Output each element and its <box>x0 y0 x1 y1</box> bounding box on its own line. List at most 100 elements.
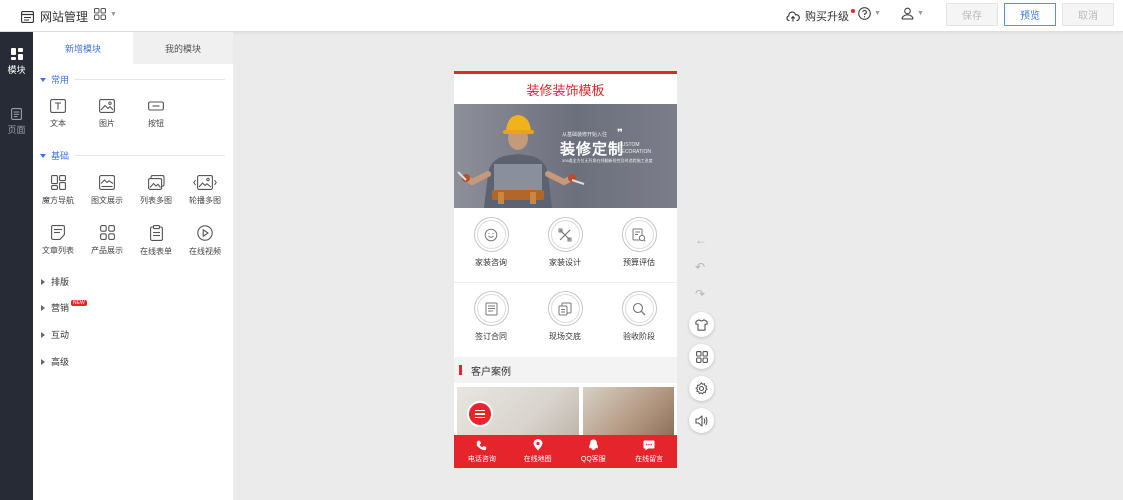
panel-tabs: 新增模块 我的模块 <box>33 32 233 64</box>
phone-page-title[interactable]: 装修装饰模板 <box>454 74 677 104</box>
rail-item-modules[interactable]: 模块 <box>0 48 33 76</box>
mobile-preview[interactable]: 装修装饰模板 从基础装修开始入住 ❞ 装修定制 CUSTOM DECORATIO… <box>454 71 677 468</box>
group-header-advanced[interactable]: 高级 <box>41 355 69 368</box>
chevron-down-icon: ▼ <box>874 10 881 17</box>
group-header-interaction[interactable]: 互动 <box>41 328 69 341</box>
apps-menu-button[interactable]: ▼ <box>94 8 117 20</box>
chevron-down-icon: ▼ <box>917 10 924 17</box>
phone-icon <box>477 440 487 450</box>
service-icon-inner <box>476 220 506 249</box>
module-text[interactable]: 文本 <box>36 99 80 129</box>
qq-icon <box>588 439 598 450</box>
save-button[interactable]: 保存 <box>946 3 998 26</box>
arrow-left-icon[interactable]: ← <box>695 233 707 247</box>
service-label: 现场交底 <box>549 332 581 341</box>
contract-icon <box>485 302 497 315</box>
theme-style-button[interactable] <box>689 312 714 337</box>
menu-icon-bar <box>475 413 485 415</box>
tab-new-modules[interactable]: 新增模块 <box>33 32 133 64</box>
new-badge: NEW <box>71 299 87 306</box>
sound-button[interactable] <box>689 408 714 433</box>
service-item-budget[interactable]: 预算评估 <box>602 217 676 268</box>
module-label: 轮播多图 <box>189 196 221 205</box>
hero-banner[interactable]: 从基础装修开始入住 ❞ 装修定制 CUSTOM DECORATION 306道全… <box>454 104 677 208</box>
notification-dot <box>851 9 855 13</box>
upgrade-button[interactable]: 购买升级 <box>786 8 858 24</box>
service-item-inspect[interactable]: 验收阶段 <box>602 291 676 342</box>
service-icon-frame <box>473 291 509 326</box>
phone-footer-bar: 电话咨询 在线地图 QQ客服 在线留言 <box>454 435 677 468</box>
service-icon-frame <box>621 291 657 326</box>
undo-icon[interactable]: ↶ <box>695 260 705 274</box>
tab-my-modules[interactable]: 我的模块 <box>133 32 233 64</box>
service-item-consult[interactable]: 家装咨询 <box>454 217 528 268</box>
cancel-button[interactable]: 取消 <box>1062 3 1114 26</box>
image-text-icon <box>99 175 115 190</box>
module-cube-nav[interactable]: 魔方导航 <box>36 175 80 206</box>
service-icon-frame <box>621 217 657 252</box>
service-label: 家装咨询 <box>475 258 507 267</box>
form-icon <box>149 225 163 241</box>
group-title: 互动 <box>51 330 70 340</box>
section-accent <box>459 365 462 375</box>
shirt-icon <box>695 318 708 331</box>
cube-nav-icon <box>50 175 66 190</box>
footer-label: 电话咨询 <box>467 455 496 463</box>
banner-tagline: 从基础装修开始入住 <box>562 132 608 138</box>
carousel-icon <box>193 175 217 190</box>
left-rail: 模块 页面 <box>0 32 33 500</box>
budget-icon <box>632 228 646 242</box>
module-image-text[interactable]: 图文展示 <box>85 175 129 206</box>
design-tools-icon <box>558 228 572 241</box>
group-title: 基础 <box>51 151 70 161</box>
footer-label: 在线地图 <box>523 456 552 463</box>
module-label: 列表多图 <box>140 196 172 205</box>
user-menu-button[interactable]: ▼ <box>901 7 924 20</box>
gear-icon <box>695 382 708 395</box>
layout-grid-button[interactable] <box>689 344 714 369</box>
site-manager-button[interactable]: 网站管理 <box>21 8 88 25</box>
module-article-list[interactable]: 文章列表 <box>36 225 80 256</box>
group-title: 高级 <box>51 357 70 367</box>
module-label: 文章列表 <box>42 246 74 255</box>
module-label: 文本 <box>50 119 66 128</box>
map-pin-icon <box>533 439 543 451</box>
service-icon-inner <box>476 294 506 323</box>
group-header-layout[interactable]: 排版 <box>41 275 69 288</box>
service-item-design[interactable]: 家装设计 <box>528 217 602 268</box>
menu-fab-button[interactable] <box>467 401 493 427</box>
image-icon <box>99 99 115 113</box>
module-product[interactable]: 产品展示 <box>85 225 129 256</box>
preview-button[interactable]: 预览 <box>1004 3 1056 26</box>
top-bar: 网站管理 ▼ 购买升级 ▼ ▼ 保存 预览 取消 <box>0 0 1123 32</box>
module-label: 魔方导航 <box>42 196 74 205</box>
settings-button[interactable] <box>689 376 714 401</box>
footer-item-map[interactable]: 在线地图 <box>510 435 566 468</box>
redo-icon[interactable]: ↷ <box>695 287 705 301</box>
rail-item-label: 模块 <box>7 65 26 75</box>
module-button[interactable]: 按钮 <box>134 99 178 129</box>
group-header-basic[interactable]: 基础 <box>40 149 225 162</box>
menu-icon-bar <box>475 409 485 412</box>
footer-item-phone[interactable]: 电话咨询 <box>454 435 510 468</box>
module-carousel[interactable]: 轮播多图 <box>183 175 227 206</box>
rail-item-pages[interactable]: 页面 <box>0 108 33 136</box>
menu-icon-bar <box>475 416 485 419</box>
case-photo[interactable] <box>583 387 674 439</box>
service-item-contract[interactable]: 签订合同 <box>454 291 528 342</box>
multi-image-icon <box>147 175 165 190</box>
footer-item-qq[interactable]: QQ客服 <box>566 435 622 468</box>
group-title: 常用 <box>51 75 70 85</box>
service-icon-inner <box>550 294 580 323</box>
footer-item-message[interactable]: 在线留言 <box>621 435 677 468</box>
service-item-onsite[interactable]: 现场交底 <box>528 291 602 342</box>
module-image[interactable]: 图片 <box>85 99 129 129</box>
module-video[interactable]: 在线视频 <box>183 225 227 257</box>
button-icon <box>148 101 164 111</box>
module-multi-image[interactable]: 列表多图 <box>134 175 178 206</box>
group-header-marketing[interactable]: 营销 NEW <box>41 299 91 314</box>
module-label: 在线表单 <box>140 247 172 256</box>
group-header-common[interactable]: 常用 <box>40 73 225 86</box>
help-button[interactable]: ▼ <box>858 7 881 20</box>
module-form[interactable]: 在线表单 <box>134 225 178 257</box>
